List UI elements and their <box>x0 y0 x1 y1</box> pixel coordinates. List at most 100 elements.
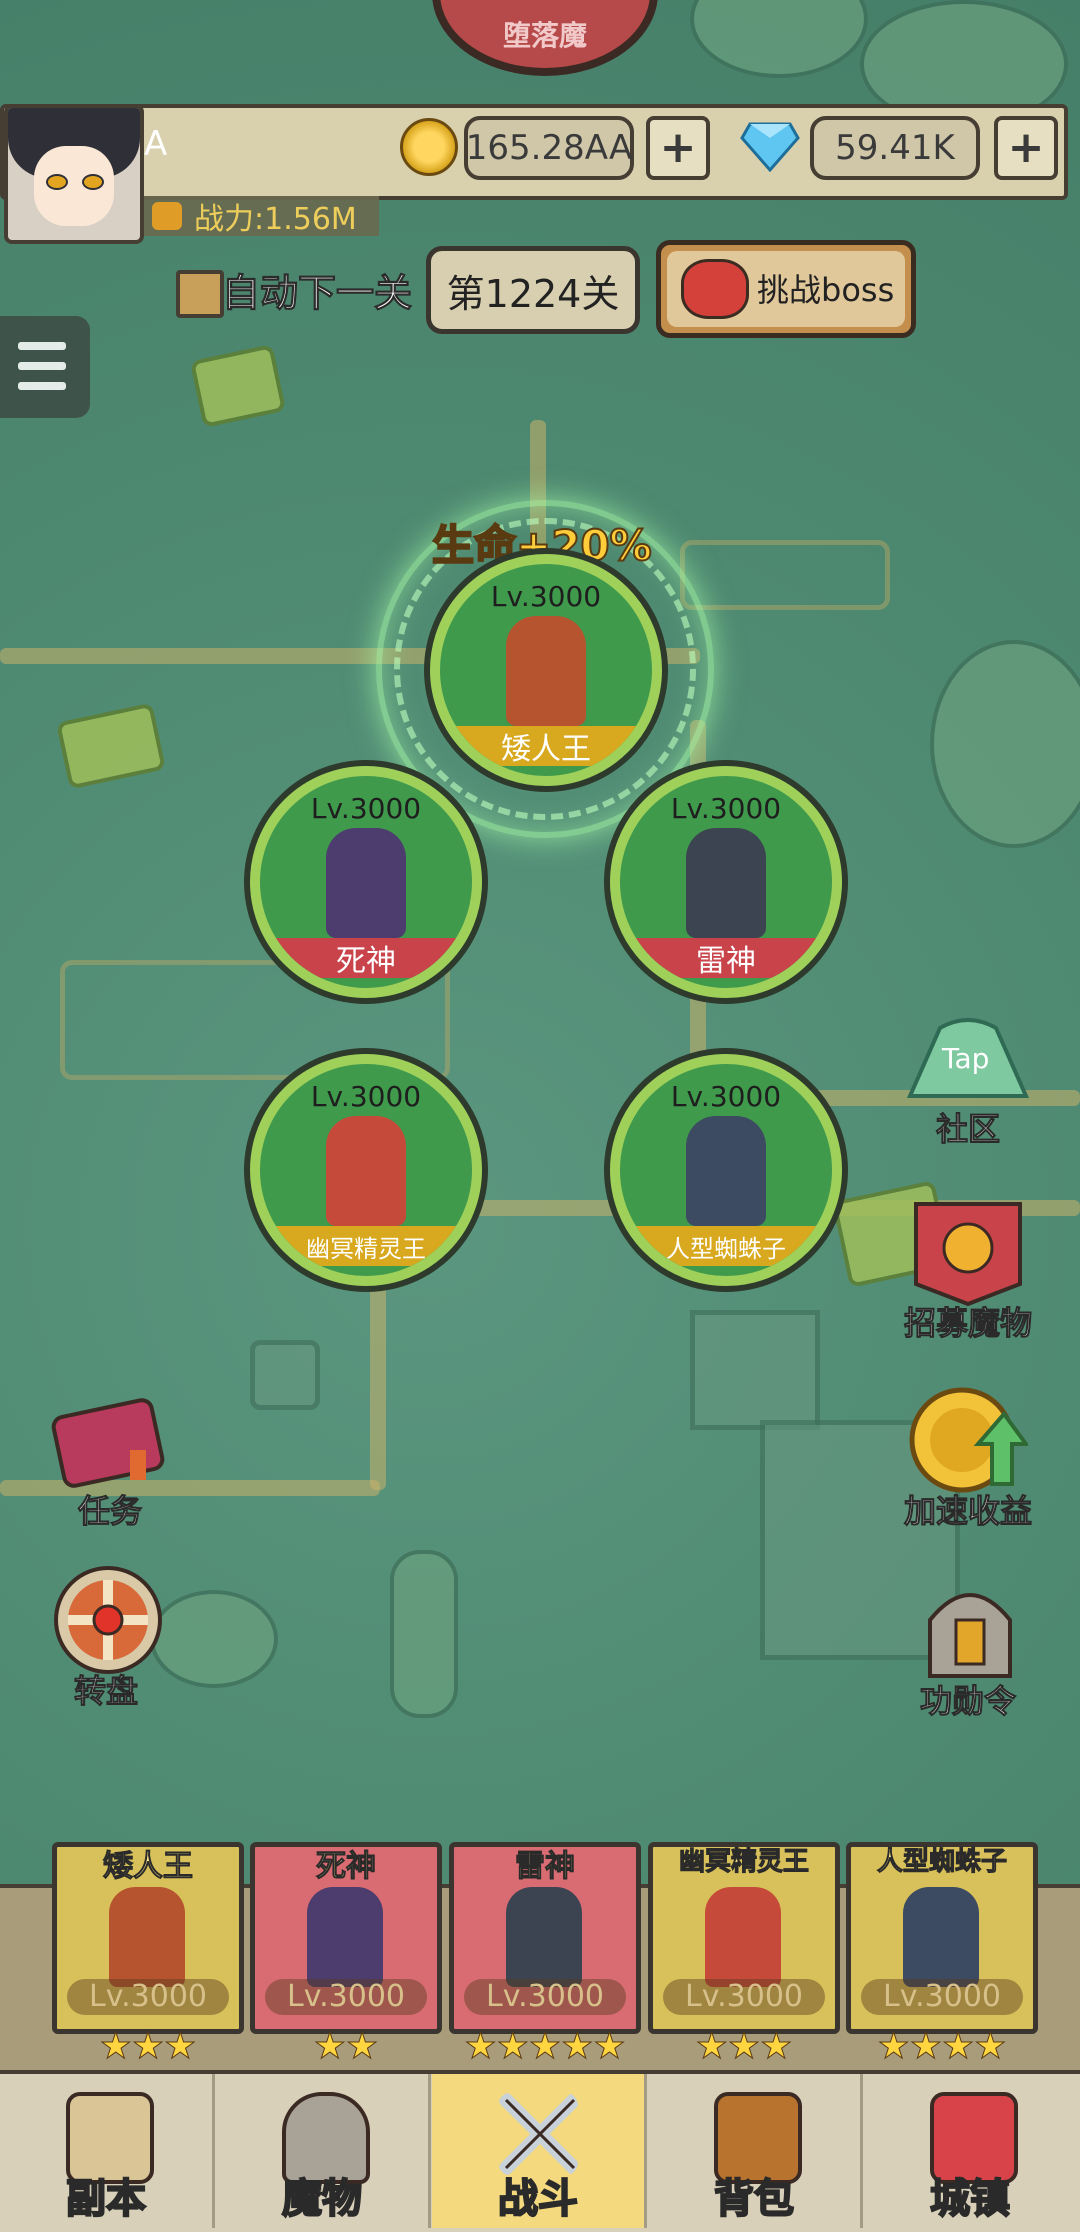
team-card-name: 死神 <box>316 1849 377 1885</box>
formation-slot-5[interactable]: Lv.3000 人型蜘蛛子 <box>610 1054 842 1286</box>
team-card-5[interactable]: 人型蜘蛛子 Lv.3000 <box>846 1842 1038 2034</box>
spider-figure <box>686 1116 766 1226</box>
team-card-stars: ★★ <box>313 2026 379 2068</box>
thunder-god-figure <box>686 828 766 938</box>
team-card-stars: ★★★★★ <box>464 2026 626 2068</box>
tab-backpack[interactable]: 背包 <box>648 2074 863 2228</box>
player-avatar[interactable] <box>4 104 144 244</box>
dwarf-king-figure <box>506 616 586 726</box>
gem-amount: 59.41K <box>810 116 980 180</box>
elf-king-portrait <box>705 1887 781 1987</box>
tab-town[interactable]: 城镇 <box>864 2074 1076 2228</box>
team-card-name: 人型蜘蛛子 <box>876 1847 1007 1878</box>
map-tree <box>390 1550 458 1718</box>
community-button[interactable]: Tap <box>906 1016 1030 1104</box>
map-building <box>690 1310 820 1430</box>
team-card-level: Lv.3000 <box>464 1979 626 2015</box>
team-card-level: Lv.3000 <box>861 1979 1023 2015</box>
avatar-eye <box>82 174 104 190</box>
merit-pass-label[interactable]: 功勋令 <box>898 1676 1038 1722</box>
elf-king-figure <box>326 1116 406 1226</box>
crossed-swords-icon <box>499 2093 578 2175</box>
formation-slot-1[interactable]: Lv.3000 矮人王 <box>430 554 662 786</box>
dwarf-king-portrait <box>109 1887 185 1987</box>
team-card-4[interactable]: 幽冥精灵王 Lv.3000 <box>648 1842 840 2034</box>
tab-dungeon[interactable]: 副本 <box>0 2074 215 2228</box>
tab-monsters[interactable]: 魔物 <box>216 2074 431 2228</box>
avatar-face <box>34 146 114 226</box>
slot-name: 人型蜘蛛子 <box>620 1226 832 1266</box>
stage-button[interactable]: 第1224关 <box>426 246 640 334</box>
team-card-level: Lv.3000 <box>67 1979 229 2015</box>
spider-portrait <box>903 1887 979 1987</box>
player-name: A <box>144 124 168 164</box>
formation-slot-2[interactable]: Lv.3000 死神 <box>250 766 482 998</box>
formation-slot-3[interactable]: Lv.3000 雷神 <box>610 766 842 998</box>
combat-power-value: 战力:1.56M <box>194 202 357 237</box>
slot-name: 矮人王 <box>440 726 652 767</box>
map-building <box>250 1340 320 1410</box>
map-skeleton <box>680 540 890 610</box>
team-card-stars: ★★★★ <box>877 2026 1007 2068</box>
team-card-level: Lv.3000 <box>265 1979 427 2015</box>
slot-level: Lv.3000 <box>310 1080 422 1113</box>
avatar-eye <box>46 174 68 190</box>
taptap-icon: Tap <box>906 1018 1030 1098</box>
coin-icon <box>400 118 458 176</box>
recruit-label[interactable]: 招募魔物 <box>898 1298 1038 1344</box>
tab-town-label: 城镇 <box>929 2175 1011 2223</box>
slot-level: Lv.3000 <box>670 1080 782 1113</box>
death-god-figure <box>326 828 406 938</box>
death-god-portrait <box>307 1887 383 1987</box>
coin-amount: 165.28AA <box>464 116 634 180</box>
team-card-2[interactable]: 死神 Lv.3000 <box>250 1842 442 2034</box>
menu-button[interactable] <box>0 316 90 418</box>
speed-coin-icon <box>909 1387 1030 1493</box>
helmet-icon <box>928 1593 1012 1678</box>
wheel-button[interactable] <box>52 1564 164 1680</box>
add-gems-button[interactable]: + <box>994 116 1058 180</box>
slot-name: 死神 <box>260 938 472 979</box>
diamond-icon <box>740 122 800 172</box>
auto-next-checkbox[interactable] <box>176 270 224 318</box>
team-card-name: 幽冥精灵王 <box>678 1847 809 1878</box>
tab-battle[interactable]: 战斗 <box>432 2074 647 2228</box>
speed-earnings-button[interactable] <box>908 1384 1030 1498</box>
tab-backpack-label: 背包 <box>713 2175 795 2223</box>
tab-battle-label: 战斗 <box>497 2175 579 2223</box>
slot-name: 幽冥精灵王 <box>260 1226 472 1266</box>
add-coins-button[interactable]: + <box>646 116 710 180</box>
slot-level: Lv.3000 <box>310 792 422 825</box>
menu-bar <box>18 382 66 390</box>
slot-level: Lv.3000 <box>490 580 602 613</box>
team-card-name: 雷神 <box>515 1849 576 1885</box>
merit-pass-button[interactable] <box>912 1580 1028 1684</box>
demon-skull-icon <box>681 259 749 319</box>
menu-bar <box>18 342 66 350</box>
auto-next-label[interactable]: 自动下一关 <box>221 262 412 317</box>
quest-label[interactable]: 任务 <box>60 1486 160 1532</box>
slot-name: 雷神 <box>620 938 832 979</box>
community-label[interactable]: 社区 <box>918 1104 1018 1150</box>
team-card-1[interactable]: 矮人王 Lv.3000 <box>52 1842 244 2034</box>
team-card-3[interactable]: 雷神 Lv.3000 <box>449 1842 641 2034</box>
wheel-label[interactable]: 转盘 <box>56 1666 156 1712</box>
boss-name: 堕落魔 <box>502 19 587 52</box>
formation-slot-4[interactable]: Lv.3000 幽冥精灵王 <box>250 1054 482 1286</box>
fist-icon <box>152 202 182 230</box>
slot-level: Lv.3000 <box>670 792 782 825</box>
recruit-button[interactable] <box>906 1200 1030 1310</box>
challenge-boss-button[interactable]: 挑战boss <box>656 240 916 338</box>
map-tree <box>150 1590 278 1688</box>
team-card-stars: ★★★ <box>99 2026 197 2068</box>
quest-button[interactable] <box>50 1390 166 1494</box>
menu-bar <box>18 362 66 370</box>
wheel-icon <box>54 1566 162 1674</box>
team-card-stars: ★★★ <box>695 2026 793 2068</box>
quest-book-icon <box>51 1398 165 1488</box>
tab-monsters-label: 魔物 <box>281 2175 363 2223</box>
svg-text:Tap: Tap <box>941 1042 989 1075</box>
combat-power: 战力:1.56M <box>144 196 379 237</box>
challenge-boss-label: 挑战boss <box>757 271 895 309</box>
speed-earnings-label[interactable]: 加速收益 <box>898 1486 1038 1532</box>
